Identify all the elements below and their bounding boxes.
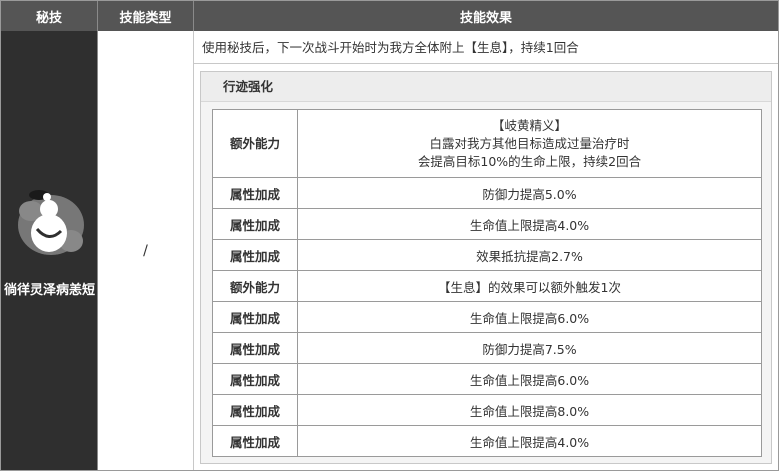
table-row: 属性加成 防御力提高5.0% bbox=[212, 177, 762, 209]
table-row: 额外能力 【岐黄精义】 白露对我方其他目标造成过量治疗时 会提高目标10%的生命上限，… bbox=[212, 109, 762, 178]
header-skill: 秘技 bbox=[1, 1, 98, 31]
table-row: 属性加成 效果抵抗提高2.7% bbox=[212, 239, 762, 271]
skill-table: 秘技 技能类型 技能效果 徜徉灵泽病恙短 / 使用秘技后，下一次战斗开始时为我方… bbox=[0, 0, 779, 471]
row-value: 生命值上限提高4.0% bbox=[297, 425, 762, 457]
table-row: 属性加成 防御力提高7.5% bbox=[212, 332, 762, 364]
row-value: 【岐黄精义】白露对我方其他目标造成过量治疗时 会提高目标10%的生命上限，持续2回… bbox=[297, 109, 762, 178]
effect-description: 使用秘技后，下一次战斗开始时为我方全体附上【生息】，持续1回合 bbox=[194, 31, 778, 64]
row-label: 属性加成 bbox=[212, 394, 298, 426]
row-label: 属性加成 bbox=[212, 425, 298, 457]
row-value-line: 【生息】的效果可以额外触发1次 bbox=[438, 279, 621, 295]
skill-effect-cell: 使用秘技后，下一次战斗开始时为我方全体附上【生息】，持续1回合 行迹强化 额外能… bbox=[194, 31, 778, 470]
row-value-line: 生命值上限提高6.0% bbox=[469, 372, 590, 388]
row-value-line: 会提高目标10%的生命上限，持续2回合 bbox=[417, 153, 642, 169]
row-value-line: 生命值上限提高4.0% bbox=[469, 434, 590, 450]
row-value-line: 生命值上限提高8.0% bbox=[469, 403, 590, 419]
table-row: 属性加成 生命值上限提高6.0% bbox=[212, 363, 762, 395]
row-label: 属性加成 bbox=[212, 363, 298, 395]
row-value: 生命值上限提高6.0% bbox=[297, 301, 762, 333]
table-row: 属性加成 生命值上限提高6.0% bbox=[212, 301, 762, 333]
skill-type-cell: / bbox=[98, 31, 194, 470]
trace-title: 行迹强化 bbox=[201, 72, 771, 102]
row-value: 生命值上限提高4.0% bbox=[297, 208, 762, 240]
table-row: 属性加成 生命值上限提高4.0% bbox=[212, 208, 762, 240]
skill-type-value: / bbox=[143, 242, 148, 259]
skill-name: 徜徉灵泽病恙短 bbox=[3, 283, 95, 298]
row-value: 【生息】的效果可以额外触发1次 bbox=[297, 270, 762, 302]
row-value-line: 防御力提高5.0% bbox=[482, 186, 577, 202]
trace-table: 额外能力 【岐黄精义】 白露对我方其他目标造成过量治疗时 会提高目标10%的生命上限，… bbox=[212, 109, 762, 457]
row-value: 防御力提高7.5% bbox=[297, 332, 762, 364]
row-label: 属性加成 bbox=[212, 239, 298, 271]
row-value-line: 生命值上限提高4.0% bbox=[469, 217, 590, 233]
gourd-icon bbox=[18, 190, 84, 255]
row-label: 属性加成 bbox=[212, 301, 298, 333]
row-value-line: 效果抵抗提高2.7% bbox=[476, 248, 583, 264]
row-value: 防御力提高5.0% bbox=[297, 177, 762, 209]
row-value: 效果抵抗提高2.7% bbox=[297, 239, 762, 271]
row-value: 生命值上限提高8.0% bbox=[297, 394, 762, 426]
trace-panel: 行迹强化 额外能力 【岐黄精义】 白露对我方其他目标造成过量治疗时 会提高目标10%的… bbox=[200, 71, 772, 464]
row-value-line: 【岐黄精义】 bbox=[491, 117, 567, 133]
table-row: 额外能力 【生息】的效果可以额外触发1次 bbox=[212, 270, 762, 302]
skill-cell: 徜徉灵泽病恙短 bbox=[1, 31, 98, 470]
row-value-line: 防御力提高7.5% bbox=[482, 341, 577, 357]
header-skill-effect: 技能效果 bbox=[194, 1, 778, 31]
row-label: 属性加成 bbox=[212, 208, 298, 240]
row-value-line: 白露对我方其他目标造成过量治疗时 bbox=[429, 135, 630, 151]
row-label: 属性加成 bbox=[212, 177, 298, 209]
table-row: 属性加成 生命值上限提高4.0% bbox=[212, 425, 762, 457]
row-label: 属性加成 bbox=[212, 332, 298, 364]
header-skill-type: 技能类型 bbox=[98, 1, 194, 31]
row-label: 额外能力 bbox=[212, 109, 298, 178]
row-value-line: 生命值上限提高6.0% bbox=[469, 310, 590, 326]
row-label: 额外能力 bbox=[212, 270, 298, 302]
table-row: 属性加成 生命值上限提高8.0% bbox=[212, 394, 762, 426]
row-value: 生命值上限提高6.0% bbox=[297, 363, 762, 395]
